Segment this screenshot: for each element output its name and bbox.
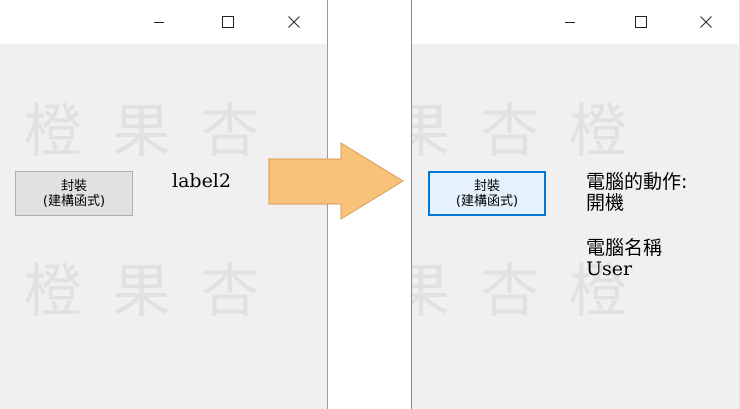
minimize-icon [565,22,575,23]
close-button[interactable] [271,0,317,44]
watermark: 橙 果 杏 [24,97,265,165]
maximize-icon [222,16,234,28]
encapsulate-button[interactable]: 封裝 (建構函式) [428,171,546,216]
minimize-button[interactable] [136,0,182,44]
encapsulate-button[interactable]: 封裝 (建構函式) [15,171,133,216]
maximize-button[interactable] [205,0,251,44]
minimize-button[interactable] [547,0,593,44]
watermark: 果 杏 橙 [412,97,633,165]
title-bar [412,0,739,44]
client-area: 橙 果 杏 橙 果 杏 封裝 (建構函式) label2 [0,44,327,409]
computer-name-label: 電腦名稱 User [586,238,662,280]
button-label: 封裝 [473,178,500,194]
maximize-icon [635,16,647,28]
form-window-after: 果 杏 橙 果 杏 橙 封裝 (建構函式) 電腦的動作: 開機 電腦名稱 Use… [411,0,740,409]
button-label: (建構函式) [42,193,106,209]
close-icon [700,16,712,28]
close-icon [288,16,300,28]
button-label: 封裝 [60,178,87,194]
maximize-button[interactable] [618,0,664,44]
button-label: (建構函式) [455,193,519,209]
name-title: 電腦名稱 [586,237,663,259]
close-button[interactable] [683,0,729,44]
title-bar [0,0,327,44]
label2: label2 [172,170,231,192]
name-value: User [586,258,633,280]
computer-action-label: 電腦的動作: 開機 [586,172,687,214]
client-area: 果 杏 橙 果 杏 橙 封裝 (建構函式) 電腦的動作: 開機 電腦名稱 Use… [412,44,739,409]
watermark: 橙 果 杏 [24,257,265,325]
action-value: 開機 [586,192,625,214]
form-window-before: 橙 果 杏 橙 果 杏 封裝 (建構函式) label2 [0,0,328,409]
action-title: 電腦的動作: [586,171,688,193]
minimize-icon [154,22,164,23]
